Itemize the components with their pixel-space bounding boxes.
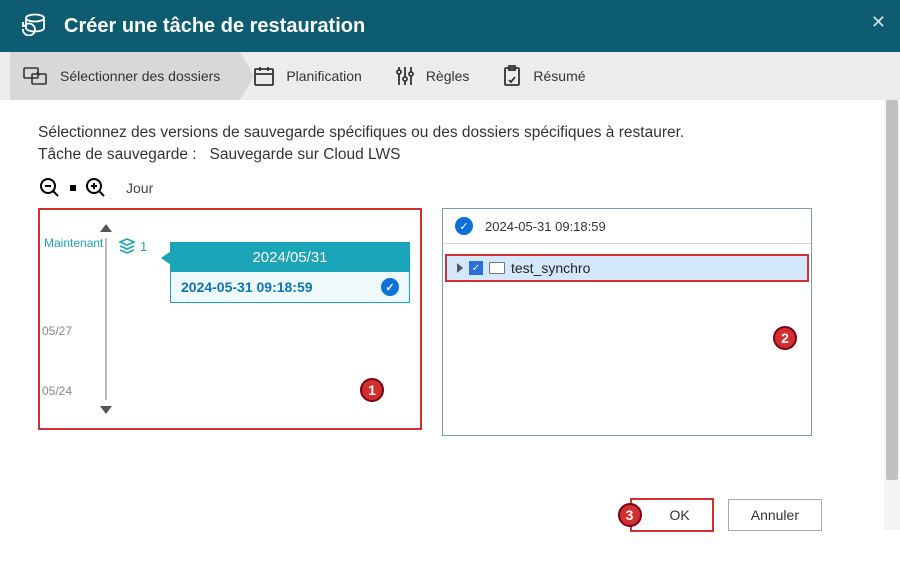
folders-icon xyxy=(22,64,50,88)
step-label: Sélectionner des dossiers xyxy=(60,68,220,84)
tree-folder-label: test_synchro xyxy=(511,260,590,276)
instruction-text: Sélectionnez des versions de sauvegarde … xyxy=(38,124,862,142)
cancel-button[interactable]: Annuler xyxy=(728,499,822,531)
zoom-unit: Jour xyxy=(126,180,153,196)
restore-icon xyxy=(18,12,46,41)
timeline-line xyxy=(105,238,107,400)
tree-checkbox[interactable]: ✓ xyxy=(469,261,483,275)
tree-row-folder[interactable]: ✓ test_synchro xyxy=(445,254,809,282)
version-item[interactable]: 2024-05-31 09:18:59 ✓ xyxy=(171,272,409,302)
clipboard-icon xyxy=(501,64,523,88)
version-count-chip: 1 xyxy=(118,238,147,254)
wizard-steps: Sélectionner des dossiers Planification … xyxy=(0,52,900,100)
annotation-badge-3: 3 xyxy=(618,503,642,527)
close-icon[interactable]: ✕ xyxy=(871,12,886,33)
dialog-header: Créer une tâche de restauration ✕ xyxy=(0,0,900,52)
sliders-icon xyxy=(394,64,416,88)
version-group-date: 2024/05/31 xyxy=(171,243,409,272)
scrollbar[interactable] xyxy=(884,100,900,530)
dialog-title: Créer une tâche de restauration xyxy=(64,15,365,38)
scrollbar-thumb[interactable] xyxy=(886,100,898,480)
check-icon: ✓ xyxy=(381,278,399,296)
main-panel: Sélectionnez des versions de sauvegarde … xyxy=(38,100,862,550)
ok-button[interactable]: OK xyxy=(648,500,712,530)
timeline-tick: 05/27 xyxy=(42,324,72,338)
zoom-out-icon[interactable] xyxy=(38,176,62,200)
version-item-label: 2024-05-31 09:18:59 xyxy=(181,279,313,295)
folder-tree: ✓ test_synchro 2 xyxy=(443,244,811,424)
timeline-now-label: Maintenant xyxy=(44,236,103,250)
task-label: Tâche de sauvegarde : xyxy=(38,146,197,163)
selected-version-header: ✓ 2024-05-31 09:18:59 xyxy=(443,209,811,244)
step-label: Règles xyxy=(426,68,470,84)
timeline-tick: 05/24 xyxy=(42,384,72,398)
zoom-separator xyxy=(70,185,76,191)
version-group: 2024/05/31 2024-05-31 09:18:59 ✓ xyxy=(170,242,410,303)
step-label: Planification xyxy=(286,68,362,84)
task-name: Sauvegarde sur Cloud LWS xyxy=(209,146,400,163)
folder-icon xyxy=(489,262,505,274)
step-select-folders[interactable]: Sélectionner des dossiers xyxy=(10,52,240,100)
step-schedule[interactable]: Planification xyxy=(240,52,382,100)
version-count: 1 xyxy=(140,239,147,254)
zoom-controls: Jour xyxy=(38,176,862,200)
timeline-axis: 05/27 05/24 xyxy=(100,220,112,418)
timeline-panel: Maintenant 1 05/27 05/24 2024/05/31 2024… xyxy=(38,208,422,430)
ok-button-highlight: 3 OK xyxy=(630,498,714,532)
timeline-down-arrow[interactable] xyxy=(100,406,112,414)
check-icon: ✓ xyxy=(455,217,473,235)
calendar-icon xyxy=(252,64,276,88)
task-line: Tâche de sauvegarde : Sauvegarde sur Clo… xyxy=(38,146,862,164)
annotation-badge-1: 1 xyxy=(360,378,384,402)
annotation-badge-2: 2 xyxy=(773,326,797,350)
folder-panel: ✓ 2024-05-31 09:18:59 ✓ test_synchro 2 xyxy=(442,208,812,436)
tree-expand-icon[interactable] xyxy=(457,263,463,273)
step-summary[interactable]: Résumé xyxy=(489,52,605,100)
step-rules[interactable]: Règles xyxy=(382,52,490,100)
step-label: Résumé xyxy=(533,68,585,84)
layers-icon xyxy=(118,238,136,254)
dialog-footer: 3 OK Annuler xyxy=(630,498,823,532)
timeline-up-arrow[interactable] xyxy=(100,224,112,232)
selected-version-text: 2024-05-31 09:18:59 xyxy=(485,219,606,234)
zoom-in-icon[interactable] xyxy=(84,176,108,200)
